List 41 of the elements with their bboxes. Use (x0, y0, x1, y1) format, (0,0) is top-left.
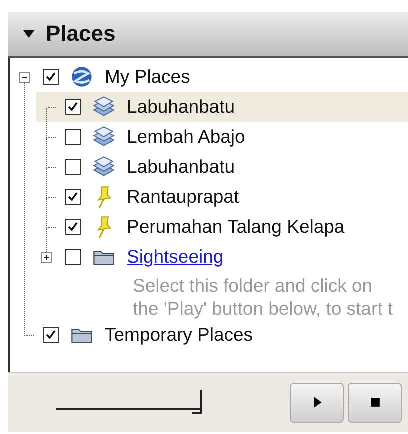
tree-row[interactable]: My Places (14, 62, 408, 92)
collapse-icon[interactable] (22, 29, 36, 39)
tree-row[interactable]: Lembah Abajo (36, 122, 408, 152)
tree-row[interactable]: Temporary Places (14, 320, 408, 350)
layers-icon (92, 95, 116, 119)
tree-row[interactable]: Sightseeing (36, 242, 408, 272)
checkbox[interactable] (65, 249, 81, 265)
layers-icon (92, 125, 116, 149)
globe-icon (70, 65, 94, 89)
place-label: Labuhanbatu (127, 96, 236, 118)
checkbox[interactable] (65, 129, 81, 145)
checkbox[interactable] (65, 189, 81, 205)
stop-icon (370, 396, 380, 409)
tree-row[interactable]: Rantauprapat (36, 182, 408, 212)
tree-row[interactable]: Perumahan Talang Kelapa (36, 212, 408, 242)
checkbox[interactable] (65, 159, 81, 175)
slider-thumb[interactable] (192, 390, 202, 414)
checkbox[interactable] (43, 327, 59, 343)
plus-icon (42, 252, 51, 262)
place-label: Rantauprapat (127, 186, 240, 208)
collapse-toggle[interactable] (19, 72, 30, 82)
place-label: My Places (105, 66, 190, 88)
play-icon (312, 396, 322, 409)
play-button[interactable] (290, 382, 344, 422)
panel-header[interactable]: Places (8, 12, 408, 58)
place-label: Labuhanbatu (127, 156, 236, 178)
panel-title: Places (46, 21, 116, 47)
place-label: Lembah Abajo (127, 126, 246, 148)
checkbox[interactable] (65, 219, 81, 235)
folder-description: Select this folder and click on the 'Play' button below, to start t (132, 274, 394, 320)
tree-row[interactable]: Labuhanbatu (36, 152, 408, 182)
stop-button[interactable] (348, 382, 402, 422)
checkbox[interactable] (65, 99, 81, 115)
checkbox[interactable] (43, 69, 59, 85)
expand-toggle[interactable] (41, 252, 52, 262)
place-label: Temporary Places (105, 324, 254, 346)
tree-row[interactable]: Labuhanbatu (36, 92, 408, 122)
place-label: Perumahan Talang Kelapa (127, 216, 345, 238)
layers-icon (92, 155, 116, 179)
tour-slider[interactable] (56, 390, 202, 416)
folder-link[interactable]: Sightseeing (127, 246, 224, 268)
